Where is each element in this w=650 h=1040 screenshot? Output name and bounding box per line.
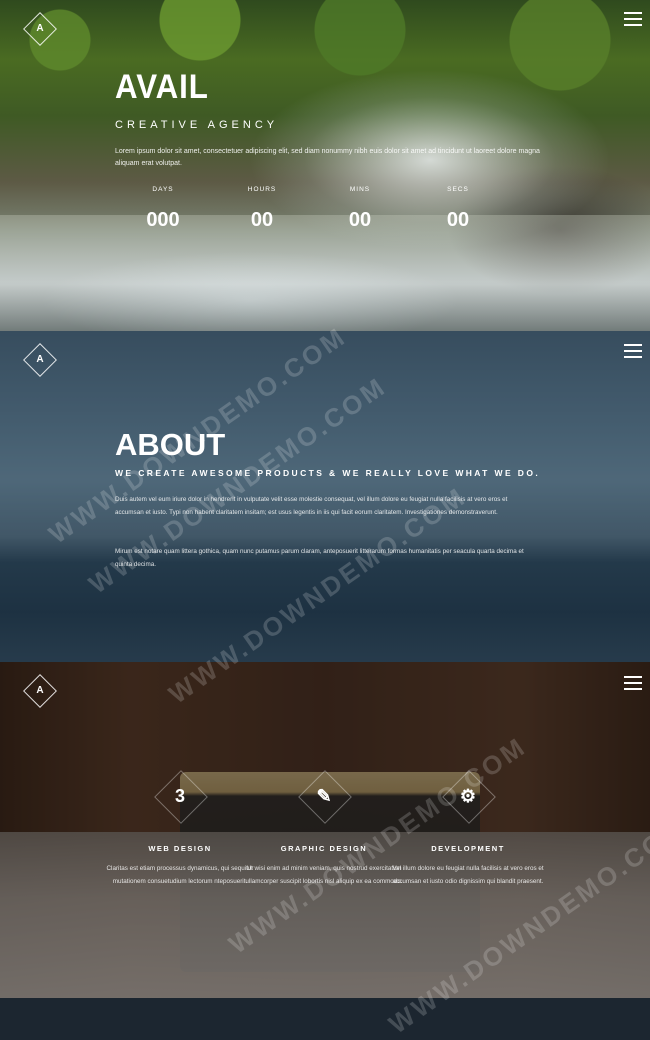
countdown-value: 00 <box>348 209 372 231</box>
pencil-glyph: ✎ <box>316 786 332 806</box>
service-graphic-design: ✎ GRAPHIC DESIGN Ut wisi enim ad minim v… <box>244 770 404 888</box>
countdown-label: DAYS <box>152 186 174 193</box>
about-menu-icon[interactable] <box>624 344 642 358</box>
countdown-label: MINS <box>349 186 371 193</box>
countdown-days: DAYS 000 <box>133 186 193 232</box>
service-title: DEVELOPMENT <box>431 844 505 853</box>
about-paragraph: Mirum est notare quam littera gothica, q… <box>115 548 524 568</box>
service-text: Vel illum dolore eu feugiat nulla facili… <box>392 865 544 885</box>
logo-letter: A <box>36 354 44 365</box>
service-title: GRAPHIC DESIGN <box>280 844 368 853</box>
countdown-value: 00 <box>250 209 274 231</box>
countdown-value: 00 <box>446 209 470 231</box>
countdown-secs: SECS 00 <box>428 186 488 232</box>
about-paragraph: Duis autem vel eum iriure dolor in hendr… <box>115 496 508 516</box>
service-title: WEB DESIGN <box>148 844 212 853</box>
service-development: ⚙ DEVELOPMENT Vel illum dolore eu feugia… <box>388 770 548 888</box>
hero-description: Lorem ipsum dolor sit amet, consectetuer… <box>115 148 540 167</box>
service-text: Claritas est etiam processus dynamicus, … <box>106 865 254 885</box>
services-menu-icon[interactable] <box>624 676 642 690</box>
hero-background-water <box>0 215 650 331</box>
countdown-hours: HOURS 00 <box>232 186 292 232</box>
service-web-design: 3 WEB DESIGN Claritas est etiam processu… <box>100 770 260 888</box>
hero-menu-icon[interactable] <box>624 12 642 26</box>
about-subtitle: WE CREATE AWESOME PRODUCTS & WE REALLY L… <box>115 468 541 478</box>
countdown-label: SECS <box>447 186 469 193</box>
logo-letter: A <box>36 23 44 34</box>
css3-icon: 3 <box>154 770 208 824</box>
about-title: ABOUT <box>115 427 226 462</box>
hero-title: AVAIL <box>115 68 209 106</box>
logo-letter: A <box>36 685 44 696</box>
css3-glyph: 3 <box>174 786 185 806</box>
hero-subtitle: CREATIVE AGENCY <box>115 119 279 131</box>
countdown-value: 000 <box>146 209 180 231</box>
gear-glyph: ⚙ <box>459 786 477 806</box>
pencil-icon: ✎ <box>298 770 352 824</box>
countdown-label: HOURS <box>247 186 277 193</box>
service-text: Ut wisi enim ad minim veniam, quis nostr… <box>245 865 403 885</box>
hero-background-foliage <box>0 0 650 120</box>
gear-icon: ⚙ <box>442 770 496 824</box>
countdown-mins: MINS 00 <box>330 186 390 232</box>
